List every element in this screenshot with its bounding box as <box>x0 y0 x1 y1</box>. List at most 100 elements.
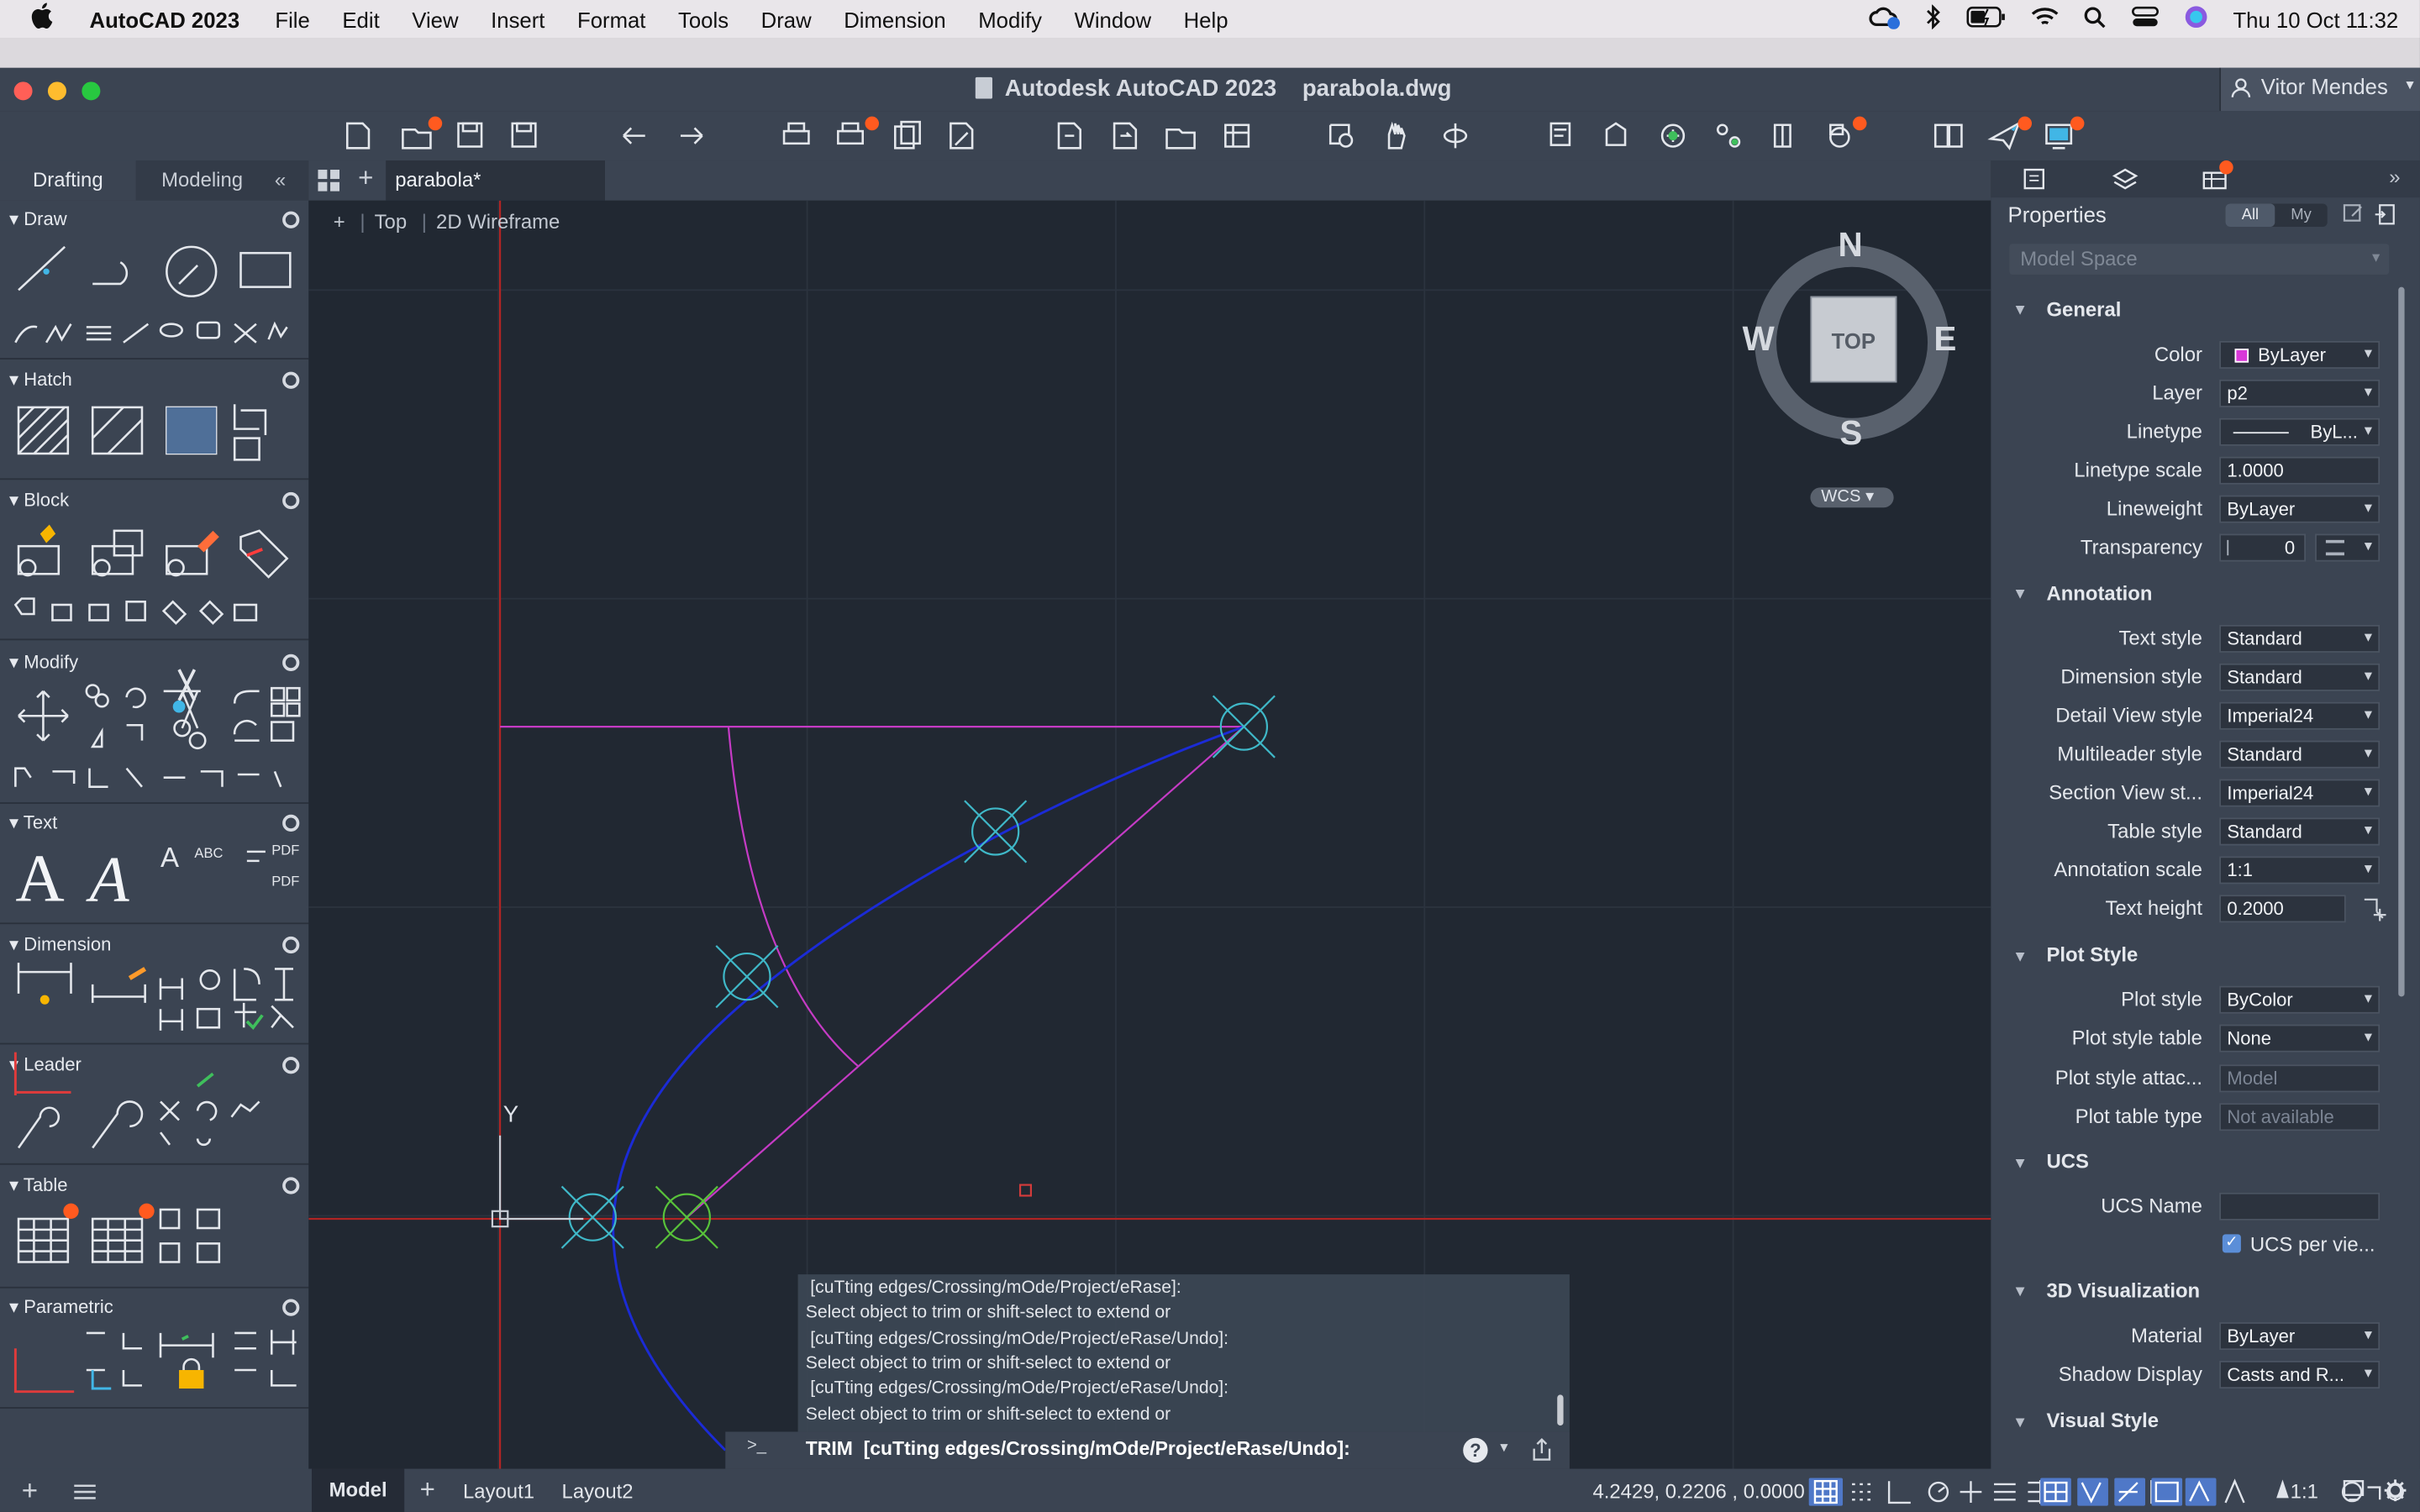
zoom-window-button[interactable] <box>82 81 101 101</box>
save-as-button[interactable] <box>508 118 541 155</box>
open-button[interactable] <box>398 118 439 155</box>
plot-button[interactable] <box>780 118 813 155</box>
add-layout-button[interactable]: + <box>420 1475 435 1506</box>
chevron-down-icon[interactable]: ▾ <box>1500 1440 1507 1457</box>
section-annotation[interactable]: Annotation <box>2046 581 2152 605</box>
chevron-down-icon[interactable]: ▼ <box>2012 302 2028 319</box>
plot-style-table-field[interactable]: None <box>2219 1024 2381 1053</box>
history-scrollbar[interactable] <box>1557 1394 1564 1426</box>
selection-dropdown[interactable]: Model Space ▾ <box>2009 244 2390 275</box>
layout-tab-layout2[interactable]: Layout2 <box>562 1479 634 1503</box>
single-line-text-tool[interactable] <box>87 839 148 907</box>
rectangle-tool[interactable] <box>234 241 296 300</box>
menu-edit[interactable]: Edit <box>342 7 379 31</box>
section-view-style-field[interactable]: Imperial24 <box>2219 779 2381 807</box>
expand-panel-icon[interactable]: » <box>2389 165 2400 189</box>
viewport-menu-button[interactable]: + <box>334 210 345 234</box>
menu-insert[interactable]: Insert <box>491 7 544 31</box>
material-field[interactable]: ByLayer <box>2219 1322 2381 1351</box>
new-button[interactable] <box>343 118 376 155</box>
command-input[interactable]: TRIM [cuTting edges/Crossing/mOde/Projec… <box>806 1438 1350 1460</box>
undo-button[interactable] <box>618 118 651 155</box>
quick-select-icon[interactable] <box>2343 203 2365 229</box>
polyline-tool[interactable] <box>87 241 145 300</box>
menu-modify[interactable]: Modify <box>978 7 1042 31</box>
menu-clock[interactable]: Thu 10 Oct 11:32 <box>2233 7 2398 31</box>
siri-icon[interactable] <box>2184 5 2208 34</box>
viewcube[interactable]: TOP N S E W <box>1743 225 1957 452</box>
batch-plot-button[interactable] <box>834 118 874 155</box>
linetype-field[interactable]: ByL... <box>2219 417 2381 446</box>
ucs-per-viewport-checkbox[interactable]: ✓ <box>2222 1234 2241 1253</box>
save-button[interactable] <box>454 118 487 155</box>
help-icon[interactable]: ? <box>1463 1437 1488 1463</box>
lineweight-field[interactable]: ByLayer <box>2219 495 2381 523</box>
palette-menu-icon[interactable] <box>74 1483 96 1506</box>
monitor-icon[interactable] <box>2343 1478 2367 1508</box>
spotlight-search-icon[interactable] <box>2083 5 2107 33</box>
file-tab-parabola[interactable]: parabola* <box>386 160 605 201</box>
control-center-icon[interactable] <box>2131 6 2159 32</box>
chevron-down-icon[interactable]: ▼ <box>2012 1284 2028 1300</box>
command-prompt-icon[interactable]: >_ <box>747 1436 766 1455</box>
chevron-down-icon[interactable]: ▼ <box>2012 949 2028 966</box>
add-palette-button[interactable]: + <box>22 1475 38 1508</box>
model-space-icon[interactable] <box>2275 1478 2290 1504</box>
lock-constraint-tool[interactable] <box>166 1348 213 1394</box>
multiline-text-tool[interactable] <box>13 839 74 907</box>
view-control[interactable]: Top <box>375 210 408 234</box>
app-menu[interactable]: AutoCAD 2023 <box>90 7 240 31</box>
menu-view[interactable]: View <box>412 7 458 31</box>
section-3d-visualization[interactable]: 3D Visualization <box>2046 1279 2200 1303</box>
text-height-field[interactable]: 0.2000 <box>2219 895 2346 923</box>
shadow-display-field[interactable]: Casts and R... <box>2219 1360 2381 1389</box>
viewcube-top-face[interactable]: TOP <box>1810 296 1897 383</box>
annotation-scale-field[interactable]: 1:1 <box>2219 856 2381 885</box>
move-tool[interactable] <box>13 685 74 746</box>
compass-north[interactable]: N <box>1839 225 1863 265</box>
plot-style-field[interactable]: ByColor <box>2219 985 2381 1014</box>
section-general[interactable]: General <box>2046 297 2121 321</box>
wcs-menu[interactable]: WCS ▾ <box>1810 487 1894 508</box>
section-visual-style[interactable]: Visual Style <box>2046 1409 2159 1432</box>
redo-button[interactable] <box>673 118 707 155</box>
hatch-tool[interactable] <box>13 402 74 460</box>
menu-draw[interactable]: Draw <box>761 7 812 31</box>
select-objects-icon[interactable] <box>2374 203 2396 229</box>
circle-tool[interactable] <box>160 241 219 300</box>
trim-tool[interactable] <box>160 685 222 746</box>
table-style-field[interactable]: Standard <box>2219 817 2381 846</box>
color-field[interactable]: ByLayer <box>2219 340 2381 369</box>
dimension-style-field[interactable]: Standard <box>2219 663 2381 691</box>
share-icon[interactable] <box>1529 1437 1554 1467</box>
table-tool[interactable] <box>13 1210 74 1271</box>
apple-icon[interactable] <box>31 2 55 37</box>
visual-style-control[interactable]: 2D Wireframe <box>436 210 560 234</box>
coordinates-readout[interactable]: 4.2429, 0.2206 , 0.0000 <box>1592 1479 1804 1503</box>
multileader-style-field[interactable]: Standard <box>2219 740 2381 769</box>
text-style-field[interactable]: Standard <box>2219 624 2381 653</box>
menu-format[interactable]: Format <box>577 7 645 31</box>
layout-tab-model[interactable]: Model <box>312 1468 405 1512</box>
chevron-down-icon[interactable]: ▼ <box>2012 1156 2028 1173</box>
orbit-button[interactable] <box>1439 118 1472 155</box>
compass-west[interactable]: W <box>1743 319 1775 360</box>
compass-south[interactable]: S <box>1839 413 1862 454</box>
battery-icon[interactable] <box>1966 6 2007 32</box>
filter-my-button[interactable]: My <box>2278 203 2324 227</box>
section-plot-style[interactable]: Plot Style <box>2046 942 2138 966</box>
user-menu[interactable]: Vitor Mendes ▾ <box>2219 67 2420 112</box>
properties-scrollbar[interactable] <box>2398 286 2405 997</box>
grid-view-icon[interactable] <box>318 170 340 199</box>
linetype-scale-field[interactable]: 1.0000 <box>2219 456 2381 485</box>
transparency-field[interactable]: 0 <box>2219 533 2307 562</box>
close-window-button[interactable] <box>13 81 33 101</box>
menu-help[interactable]: Help <box>1184 7 1228 31</box>
menu-tools[interactable]: Tools <box>678 7 729 31</box>
compass-east[interactable]: E <box>1933 319 1956 360</box>
gear-icon[interactable] <box>2383 1478 2407 1508</box>
chevron-down-icon[interactable]: ▼ <box>2012 1415 2028 1431</box>
layer-field[interactable]: p2 <box>2219 379 2381 407</box>
gradient-tool[interactable] <box>160 402 222 460</box>
layers-tab-icon[interactable] <box>2112 166 2139 196</box>
